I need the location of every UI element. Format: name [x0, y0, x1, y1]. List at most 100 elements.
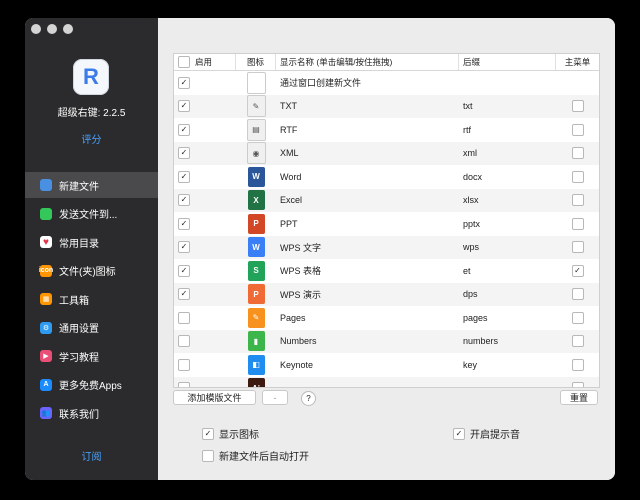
- help-button[interactable]: ?: [301, 391, 316, 406]
- table-row[interactable]: ◧ Keynote key: [174, 353, 599, 377]
- name-cell[interactable]: 通过窗口创建新文件: [276, 71, 459, 95]
- main-menu-checkbox[interactable]: [571, 217, 584, 230]
- select-all-checkbox[interactable]: [178, 56, 190, 68]
- table-row[interactable]: ✎ Pages pages: [174, 306, 599, 330]
- show-icon-checkbox[interactable]: [202, 427, 214, 440]
- name-cell[interactable]: RTF: [276, 118, 459, 142]
- ext-cell[interactable]: wps: [459, 236, 556, 260]
- ext-cell[interactable]: txt: [459, 95, 556, 119]
- table-row[interactable]: Ai: [174, 376, 599, 388]
- sidebar-item-5[interactable]: ⚙ 通用设置: [25, 315, 158, 341]
- sidebar-item-1[interactable]: 发送文件到...: [25, 201, 158, 227]
- main-menu-checkbox[interactable]: [571, 311, 584, 324]
- main-menu-checkbox[interactable]: [571, 147, 584, 160]
- enabled-checkbox[interactable]: [178, 264, 190, 277]
- table-row[interactable]: W WPS 文字wps: [174, 235, 599, 260]
- ext-cell[interactable]: key: [459, 353, 556, 377]
- table-row[interactable]: X Excelxlsx: [174, 188, 599, 213]
- table-row[interactable]: W Worddocx: [174, 165, 599, 189]
- ext-cell[interactable]: pages: [459, 306, 556, 330]
- enabled-checkbox[interactable]: [178, 123, 190, 136]
- name-cell[interactable]: TXT: [276, 95, 459, 119]
- main-menu-checkbox[interactable]: [571, 170, 584, 183]
- name-cell[interactable]: WPS 表格: [276, 259, 459, 283]
- subscribe-link[interactable]: 订阅: [25, 448, 158, 463]
- name-cell[interactable]: Pages: [276, 306, 459, 330]
- enabled-checkbox[interactable]: [178, 100, 190, 113]
- name-cell[interactable]: Keynote: [276, 353, 459, 377]
- enabled-checkbox[interactable]: [178, 358, 190, 371]
- name-cell[interactable]: XML: [276, 142, 459, 166]
- ext-cell[interactable]: rtf: [459, 118, 556, 142]
- main-menu-checkbox[interactable]: [571, 264, 584, 277]
- table-row[interactable]: ▮ Numbers numbers: [174, 329, 599, 354]
- ext-cell[interactable]: dps: [459, 283, 556, 307]
- enabled-checkbox[interactable]: [178, 241, 190, 254]
- enabled-checkbox[interactable]: [178, 335, 190, 348]
- header-enabled[interactable]: 启用: [174, 54, 236, 70]
- sound-option[interactable]: 开启提示音: [453, 426, 520, 441]
- sound-checkbox[interactable]: [453, 427, 465, 440]
- name-cell[interactable]: WPS 演示: [276, 283, 459, 307]
- ext-cell[interactable]: docx: [459, 165, 556, 189]
- name-cell[interactable]: WPS 文字: [276, 236, 459, 260]
- sidebar-item-3[interactable]: icon 文件(夹)图标: [25, 258, 158, 284]
- enabled-checkbox[interactable]: [178, 311, 190, 324]
- sidebar-item-0[interactable]: 新建文件: [25, 172, 158, 198]
- table-row[interactable]: ✎ TXTtxt: [174, 94, 599, 119]
- name-cell[interactable]: PPT: [276, 212, 459, 236]
- table-row[interactable]: ▤ RTFrtf: [174, 118, 599, 142]
- ext-cell[interactable]: [459, 71, 556, 95]
- main-menu-checkbox[interactable]: [571, 358, 584, 371]
- ext-cell[interactable]: xml: [459, 142, 556, 166]
- main-menu-checkbox[interactable]: [571, 100, 584, 113]
- table-row[interactable]: P WPS 演示dps: [174, 282, 599, 307]
- main-menu-checkbox[interactable]: [571, 194, 584, 207]
- enabled-checkbox[interactable]: [178, 76, 190, 89]
- show-icon-option[interactable]: 显示图标: [202, 426, 259, 441]
- enabled-checkbox[interactable]: [178, 147, 190, 160]
- close-window-button[interactable]: [31, 24, 41, 34]
- add-template-button[interactable]: 添加模版文件: [173, 390, 256, 405]
- ext-cell[interactable]: numbers: [459, 330, 556, 354]
- sidebar-item-8[interactable]: 👥 联系我们: [25, 400, 158, 426]
- enabled-checkbox[interactable]: [178, 194, 190, 207]
- name-cell[interactable]: Excel: [276, 189, 459, 213]
- ext-cell[interactable]: [459, 377, 556, 388]
- main-menu-checkbox[interactable]: [571, 241, 584, 254]
- sidebar-item-4[interactable]: ▦ 工具箱: [25, 286, 158, 312]
- enabled-checkbox[interactable]: [178, 382, 190, 387]
- zoom-window-button[interactable]: [63, 24, 73, 34]
- reset-button[interactable]: 重置: [560, 390, 598, 405]
- main-menu-checkbox[interactable]: [571, 335, 584, 348]
- numbers-icon: ▮: [247, 331, 265, 352]
- sidebar-item-7[interactable]: A 更多免费Apps: [25, 372, 158, 398]
- header-name[interactable]: 显示名称 (单击编辑/按住拖拽): [276, 54, 459, 70]
- rate-link[interactable]: 评分: [25, 131, 158, 146]
- ext-cell[interactable]: xlsx: [459, 189, 556, 213]
- table-row[interactable]: P PPTpptx: [174, 212, 599, 236]
- table-row[interactable]: ◉ XMLxml: [174, 141, 599, 166]
- table-row[interactable]: 通过窗口创建新文件: [174, 71, 599, 95]
- sidebar-item-2[interactable]: ♥ 常用目录: [25, 229, 158, 255]
- name-cell[interactable]: Word: [276, 165, 459, 189]
- auto-open-checkbox[interactable]: [202, 449, 214, 462]
- auto-open-option[interactable]: 新建文件后自动打开: [202, 448, 309, 463]
- main-menu-checkbox[interactable]: [571, 288, 584, 301]
- ext-cell[interactable]: pptx: [459, 212, 556, 236]
- table-row[interactable]: S WPS 表格et: [174, 259, 599, 283]
- sidebar-item-6[interactable]: ▶ 学习教程: [25, 343, 158, 369]
- enabled-checkbox[interactable]: [178, 170, 190, 183]
- header-main-menu[interactable]: 主菜单: [556, 54, 599, 70]
- enabled-checkbox[interactable]: [178, 288, 190, 301]
- name-cell[interactable]: Numbers: [276, 330, 459, 354]
- enabled-checkbox[interactable]: [178, 217, 190, 230]
- main-menu-checkbox[interactable]: [571, 382, 584, 387]
- header-ext[interactable]: 后缀: [459, 54, 556, 70]
- ext-cell[interactable]: et: [459, 259, 556, 283]
- name-cell[interactable]: [276, 377, 459, 388]
- remove-button[interactable]: -: [262, 390, 288, 405]
- header-icon[interactable]: 图标: [236, 54, 276, 70]
- minimize-window-button[interactable]: [47, 24, 57, 34]
- main-menu-checkbox[interactable]: [571, 123, 584, 136]
